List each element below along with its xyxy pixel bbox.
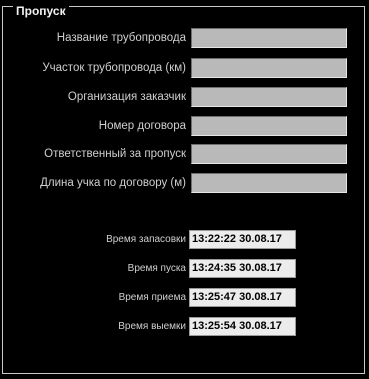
pipeline-section-input[interactable] (191, 58, 347, 78)
field-row-customer-org: Организация заказчик (0, 87, 369, 107)
field-label-section-length: Длина учка по договору (м) (40, 177, 186, 189)
time-value-loading: 13:22:22 30.08.17 (189, 230, 296, 249)
field-label-customer-org: Организация заказчик (67, 91, 186, 103)
time-value-launch: 13:24:35 30.08.17 (189, 259, 296, 278)
time-label-loading: Время запасовки (106, 234, 186, 245)
group-title: Пропуск (13, 5, 69, 17)
time-row-receipt: Время приема 13:25:47 30.08.17 (0, 288, 369, 308)
customer-org-input[interactable] (191, 87, 347, 107)
field-row-section-length: Длина учка по договору (м) (0, 173, 369, 193)
field-row-contract-number: Номер договора (0, 116, 369, 136)
field-label-contract-number: Номер договора (98, 120, 186, 132)
field-row-pipeline-name: Название трубопровода (0, 28, 369, 48)
time-value-extraction: 13:25:54 30.08.17 (189, 317, 296, 336)
field-label-responsible: Ответственный за пропуск (44, 148, 186, 160)
time-row-extraction: Время выемки 13:25:54 30.08.17 (0, 317, 369, 337)
field-row-pipeline-section: Участок трубопровода (км) (0, 58, 369, 78)
contract-number-input[interactable] (191, 116, 347, 136)
pipeline-name-input[interactable] (191, 28, 347, 48)
time-label-launch: Время пуска (127, 263, 186, 274)
field-row-responsible: Ответственный за пропуск (0, 144, 369, 164)
section-length-input[interactable] (191, 173, 347, 193)
responsible-input[interactable] (191, 144, 347, 164)
time-row-launch: Время пуска 13:24:35 30.08.17 (0, 259, 369, 279)
field-label-pipeline-section: Участок трубопровода (км) (42, 62, 186, 74)
time-value-receipt: 13:25:47 30.08.17 (189, 288, 296, 307)
time-label-extraction: Время выемки (118, 321, 186, 332)
time-label-receipt: Время приема (118, 292, 186, 303)
field-label-pipeline-name: Название трубопровода (56, 32, 186, 44)
time-row-loading: Время запасовки 13:22:22 30.08.17 (0, 230, 369, 250)
